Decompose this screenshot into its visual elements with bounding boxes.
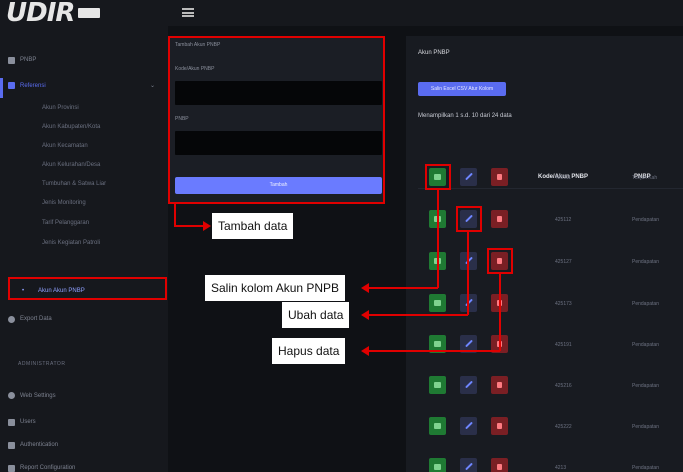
- callout-ubah: Ubah data: [282, 302, 350, 328]
- highlight-edit-button: [456, 206, 482, 232]
- cell-pnbp: Pendapatan: [632, 259, 659, 265]
- topbar: [168, 0, 683, 26]
- copy-button[interactable]: [429, 376, 446, 394]
- sidebar-item-web-settings[interactable]: Web Settings: [20, 389, 56, 403]
- sidebar-sub-tarif[interactable]: Tarif Pelanggaran: [42, 216, 89, 230]
- callout-tambah: Tambah data: [212, 213, 294, 239]
- card-title: Akun PNBP: [418, 50, 450, 56]
- highlight-add-form: [168, 36, 385, 204]
- cell-pnbp: Tunjuk Kah: [632, 175, 658, 181]
- cell-code: 425127: [555, 259, 572, 265]
- sidebar-item-pnbp[interactable]: PNBP: [20, 53, 36, 67]
- connector-line: [499, 274, 501, 351]
- pencil-icon: [465, 421, 473, 430]
- pencil-icon: [465, 462, 473, 471]
- arrow-right-icon: [174, 221, 211, 231]
- delete-button[interactable]: [491, 376, 508, 394]
- logo-badge-icon: [78, 8, 101, 18]
- highlight-copy-button: [425, 164, 451, 190]
- connector-line: [174, 204, 176, 226]
- copy-button[interactable]: [429, 417, 446, 435]
- shield-icon: [8, 442, 15, 449]
- cell-code: 425222: [555, 424, 572, 430]
- cell-pnbp: Pendapatan: [632, 342, 659, 348]
- callout-hapus: Hapus data: [272, 338, 346, 364]
- section-admin: ADMINISTRATOR: [18, 361, 66, 367]
- gear-icon: [8, 392, 15, 399]
- table-info: Menampilkan 1 s.d. 10 dari 24 data: [418, 113, 512, 119]
- sidebar-item-report[interactable]: Report Configuration: [20, 461, 75, 472]
- copy-button[interactable]: [429, 458, 446, 472]
- logo: UDIR: [6, 0, 101, 28]
- edit-button[interactable]: [460, 458, 477, 472]
- sidebar-item-auth[interactable]: Authentication: [20, 438, 58, 452]
- cell-code: 4213: [555, 465, 567, 471]
- connector-line: [437, 190, 439, 288]
- sidebar: UDIR PNBP Referensi ⌄ Akun Provinsi Akun…: [0, 0, 168, 472]
- share-icon: [8, 316, 15, 323]
- trash-icon: [497, 382, 502, 388]
- copy-icon: [434, 341, 441, 347]
- list-icon: [8, 82, 15, 89]
- pencil-icon: [465, 380, 473, 389]
- highlight-delete-button: [487, 248, 513, 274]
- table-card: Akun PNBP Salin Excel CSV Atur Kolom Men…: [406, 36, 683, 472]
- chevron-down-icon[interactable]: ⌄: [150, 79, 155, 93]
- cell-pnbp: Pendapatan: [632, 301, 659, 307]
- sidebar-sub-kecamatan[interactable]: Akun Kecamatan: [42, 139, 88, 153]
- sidebar-sub-tumbuhan[interactable]: Tumbuhan & Satwa Liar: [42, 177, 106, 191]
- sidebar-sub-kabupaten[interactable]: Akun Kabupaten/Kota: [42, 120, 100, 134]
- copy-icon: [434, 464, 441, 470]
- export-button-group[interactable]: Salin Excel CSV Atur Kolom: [418, 82, 506, 96]
- hamburger-icon[interactable]: [182, 8, 194, 17]
- cell-code: 425216: [555, 383, 572, 389]
- pencil-icon: [465, 172, 473, 181]
- trash-icon: [497, 464, 502, 470]
- sidebar-sub-provinsi[interactable]: Akun Provinsi: [42, 101, 79, 115]
- copy-icon: [434, 423, 441, 429]
- copy-icon: [434, 382, 441, 388]
- delete-button[interactable]: [491, 417, 508, 435]
- highlight-sidebar-akun-pnbp: [8, 277, 167, 300]
- trash-icon: [497, 216, 502, 222]
- doc-icon: [8, 465, 15, 472]
- sidebar-sub-kelurahan[interactable]: Akun Kelurahan/Desa: [42, 158, 100, 172]
- edit-button[interactable]: [460, 417, 477, 435]
- header-divider: [418, 188, 683, 189]
- cell-code: 425112: [555, 217, 572, 223]
- cell-code: 425111: [555, 175, 571, 181]
- cell-pnbp: Pendapatan: [632, 424, 659, 430]
- grid-icon: [8, 57, 15, 64]
- sidebar-sub-patroli[interactable]: Jenis Kegiatan Patroli: [42, 236, 100, 250]
- logo-text: UDIR: [6, 0, 75, 28]
- sidebar-item-referensi[interactable]: Referensi: [20, 79, 46, 93]
- arrow-left-icon: [361, 346, 500, 356]
- edit-button[interactable]: [460, 168, 477, 186]
- active-indicator: [0, 78, 3, 98]
- arrow-left-icon: [361, 283, 438, 293]
- users-icon: [8, 419, 15, 426]
- delete-button[interactable]: [491, 168, 508, 186]
- copy-icon: [434, 300, 441, 306]
- callout-salin: Salin kolom Akun PNPB: [205, 275, 346, 301]
- cell-pnbp: Pendapatan: [632, 383, 659, 389]
- trash-icon: [497, 423, 502, 429]
- delete-button[interactable]: [491, 210, 508, 228]
- app-screen: UDIR PNBP Referensi ⌄ Akun Provinsi Akun…: [0, 0, 683, 472]
- edit-button[interactable]: [460, 376, 477, 394]
- delete-button[interactable]: [491, 458, 508, 472]
- sidebar-item-export[interactable]: Export Data: [20, 312, 52, 326]
- cell-pnbp: Pendapatan: [632, 217, 659, 223]
- sidebar-sub-monitoring[interactable]: Jenis Monitoring: [42, 196, 86, 210]
- cell-pnbp: Pendapatan: [632, 465, 659, 471]
- connector-line: [467, 232, 469, 315]
- sidebar-item-users[interactable]: Users: [20, 415, 36, 429]
- cell-code: 425191: [555, 342, 572, 348]
- pencil-icon: [465, 339, 473, 348]
- copy-button[interactable]: [429, 294, 446, 312]
- cell-code: 425173: [555, 301, 572, 307]
- arrow-left-icon: [361, 310, 468, 320]
- trash-icon: [497, 174, 502, 180]
